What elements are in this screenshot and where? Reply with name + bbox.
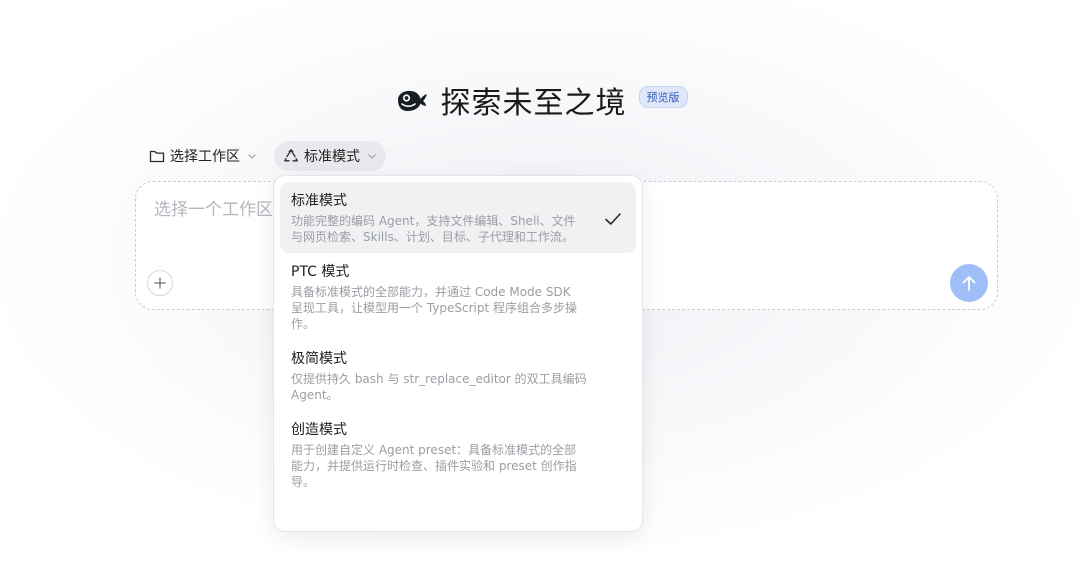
recycle-icon bbox=[283, 148, 299, 164]
description-line: 能力，并提供运行时检查、插件实验和 preset 创作指 bbox=[291, 459, 577, 473]
arrow-up-icon bbox=[961, 274, 977, 292]
mode-option-creator[interactable]: 创造模式 用于创建自定义 Agent preset：具备标准模式的全部 能力，并… bbox=[280, 411, 636, 498]
workspace-selector-button[interactable]: 选择工作区 bbox=[140, 141, 266, 171]
description-line: 用于创建自定义 Agent preset：具备标准模式的全部 bbox=[291, 443, 577, 457]
mode-option-title: 创造模式 bbox=[291, 422, 347, 438]
mode-selector-label: 标准模式 bbox=[304, 149, 360, 165]
mode-option-title: 标准模式 bbox=[291, 193, 347, 209]
mode-option-description: 仅提供持久 bash 与 str_replace_editor 的双工具编码 A… bbox=[291, 371, 596, 403]
mode-selector-button[interactable]: 标准模式 bbox=[274, 141, 386, 171]
description-line: 导。 bbox=[291, 475, 316, 489]
workspace-selector-label: 选择工作区 bbox=[170, 149, 240, 165]
plus-icon bbox=[153, 276, 167, 290]
preview-badge: 预览版 bbox=[638, 86, 688, 108]
description-line: 呈现工具，让模型用一个 TypeScript 程序组合多步操 bbox=[291, 301, 577, 315]
mode-option-description: 具备标准模式的全部能力，并通过 Code Mode SDK 呈现工具，让模型用一… bbox=[291, 284, 596, 332]
mode-option-title: PTC 模式 bbox=[291, 264, 350, 280]
mode-option-ptc[interactable]: PTC 模式 具备标准模式的全部能力，并通过 Code Mode SDK 呈现工… bbox=[280, 253, 636, 340]
description-line: 与网页检索、Skills、计划、目标、子代理和工作流。 bbox=[291, 230, 574, 244]
composer-toolbar: 选择工作区 标准模式 bbox=[140, 141, 386, 171]
whale-logo-icon bbox=[393, 85, 431, 115]
page-title: 探索未至之境 bbox=[440, 86, 627, 121]
description-line: Agent。 bbox=[291, 388, 339, 402]
mode-option-title: 极简模式 bbox=[291, 351, 347, 367]
add-attachment-button[interactable] bbox=[147, 270, 173, 296]
send-button[interactable] bbox=[950, 264, 988, 302]
description-line: 仅提供持久 bash 与 str_replace_editor 的双工具编码 bbox=[291, 372, 587, 386]
description-line: 作。 bbox=[291, 317, 316, 331]
mode-dropdown-menu: 标准模式 功能完整的编码 Agent，支持文件编辑、Shell、文件 与网页检索… bbox=[273, 175, 643, 532]
checkmark-icon bbox=[604, 211, 622, 230]
chevron-down-icon bbox=[367, 152, 377, 160]
hero-header: 探索未至之境 预览版 bbox=[0, 78, 1080, 122]
mode-option-standard[interactable]: 标准模式 功能完整的编码 Agent，支持文件编辑、Shell、文件 与网页检索… bbox=[280, 182, 636, 253]
description-line: 具备标准模式的全部能力，并通过 Code Mode SDK bbox=[291, 285, 571, 299]
folder-icon bbox=[149, 149, 165, 163]
chevron-down-icon bbox=[247, 152, 257, 160]
mode-option-minimal[interactable]: 极简模式 仅提供持久 bash 与 str_replace_editor 的双工… bbox=[280, 340, 636, 411]
mode-option-description: 用于创建自定义 Agent preset：具备标准模式的全部 能力，并提供运行时… bbox=[291, 442, 596, 490]
mode-option-description: 功能完整的编码 Agent，支持文件编辑、Shell、文件 与网页检索、Skil… bbox=[291, 213, 596, 245]
description-line: 功能完整的编码 Agent，支持文件编辑、Shell、文件 bbox=[291, 214, 576, 228]
